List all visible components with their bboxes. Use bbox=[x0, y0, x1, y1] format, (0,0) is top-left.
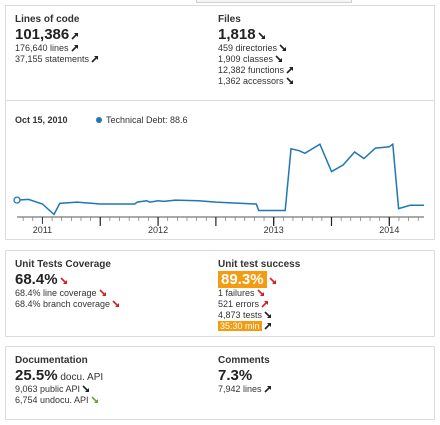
trend-up-red-icon bbox=[261, 300, 269, 308]
success-block: Unit test success 89.3% 1 failures 521 e… bbox=[218, 259, 300, 332]
line-coverage[interactable]: 68.4% line coverage bbox=[15, 288, 97, 298]
statements-count[interactable]: 37,155 statements bbox=[15, 54, 89, 64]
x-tick-label: 2013 bbox=[264, 225, 284, 235]
documentation-unit: docu. API bbox=[60, 372, 104, 383]
technical-debt-line bbox=[16, 142, 424, 216]
tests-widget: Unit Tests Coverage 68.4% 68.4% line cov… bbox=[5, 250, 435, 337]
undocu-api-count[interactable]: 6,754 undocu. API bbox=[15, 395, 89, 405]
success-title[interactable]: Unit test success bbox=[218, 259, 300, 271]
documentation-block: Documentation 25.5% docu. API 9,063 publ… bbox=[15, 355, 103, 406]
success-value[interactable]: 89.3% bbox=[218, 271, 267, 288]
directories-count[interactable]: 459 directories bbox=[218, 43, 277, 53]
x-tick-label: 2012 bbox=[148, 225, 168, 235]
trend-down-red-icon bbox=[256, 289, 265, 297]
failures-count[interactable]: 1 failures bbox=[218, 288, 255, 298]
lines-count[interactable]: 176,640 lines bbox=[15, 43, 69, 53]
trend-up-black-icon bbox=[286, 66, 294, 74]
accessors-count[interactable]: 1,362 accessors bbox=[218, 76, 284, 86]
trend-down-red-icon bbox=[112, 300, 120, 308]
technical-debt-chart[interactable]: 2011 2012 2013 2014 bbox=[6, 101, 436, 241]
trend-down-red-icon bbox=[59, 277, 68, 285]
public-api-count[interactable]: 9,063 public API bbox=[15, 384, 80, 394]
coverage-value[interactable]: 68.4% bbox=[15, 271, 58, 288]
trend-down-black-icon bbox=[82, 385, 90, 393]
top-tab-edge bbox=[196, 0, 352, 3]
trend-down-black-icon bbox=[275, 55, 283, 63]
lines-of-code-block: Lines of code 101,386 176,640 lines 37,1… bbox=[15, 14, 99, 65]
files-title[interactable]: Files bbox=[218, 14, 294, 26]
trend-down-green-icon bbox=[90, 396, 99, 404]
branch-coverage[interactable]: 68.4% branch coverage bbox=[15, 299, 110, 309]
trend-up-black-icon bbox=[263, 385, 272, 393]
tests-count[interactable]: 4,873 tests bbox=[218, 310, 262, 320]
trend-up-black-icon bbox=[91, 55, 99, 63]
errors-count[interactable]: 521 errors bbox=[218, 299, 259, 309]
x-tick-label: 2014 bbox=[379, 225, 399, 235]
trend-up-black-icon bbox=[70, 44, 79, 52]
lines-of-code-title[interactable]: Lines of code bbox=[15, 14, 99, 26]
trend-down-red-icon bbox=[98, 289, 107, 297]
trend-up-black-icon bbox=[71, 32, 79, 40]
duration[interactable]: 35:30 min bbox=[218, 321, 262, 331]
documentation-widget: Documentation 25.5% docu. API 9,063 publ… bbox=[5, 346, 435, 420]
comment-lines-count[interactable]: 7,942 lines bbox=[218, 384, 262, 394]
classes-count[interactable]: 1,909 classes bbox=[218, 54, 273, 64]
comments-title[interactable]: Comments bbox=[218, 355, 272, 367]
timeline-widget: Oct 15, 2010 Technical Debt: 88.6 2011 20… bbox=[5, 100, 435, 240]
trend-down-black-icon bbox=[257, 32, 266, 40]
lines-of-code-value[interactable]: 101,386 bbox=[15, 26, 69, 43]
trend-down-black-icon bbox=[279, 44, 287, 52]
trend-up-black-icon bbox=[263, 322, 272, 330]
coverage-block: Unit Tests Coverage 68.4% 68.4% line cov… bbox=[15, 259, 120, 310]
documentation-title[interactable]: Documentation bbox=[15, 355, 103, 367]
x-tick-label: 2011 bbox=[33, 225, 52, 235]
coverage-title[interactable]: Unit Tests Coverage bbox=[15, 259, 120, 271]
documentation-value[interactable]: 25.5% bbox=[15, 367, 58, 384]
functions-count[interactable]: 12,382 functions bbox=[218, 65, 284, 75]
comments-value[interactable]: 7.3% bbox=[218, 367, 252, 384]
trend-down-black-icon bbox=[264, 311, 272, 319]
trend-down-black-icon bbox=[285, 77, 294, 85]
comments-block: Comments 7.3% 7,942 lines bbox=[218, 355, 272, 395]
files-value[interactable]: 1,818 bbox=[218, 26, 256, 43]
selected-point bbox=[13, 196, 21, 204]
files-block: Files 1,818 459 directories 1,909 classe… bbox=[218, 14, 294, 87]
trend-down-red-icon bbox=[268, 277, 277, 285]
